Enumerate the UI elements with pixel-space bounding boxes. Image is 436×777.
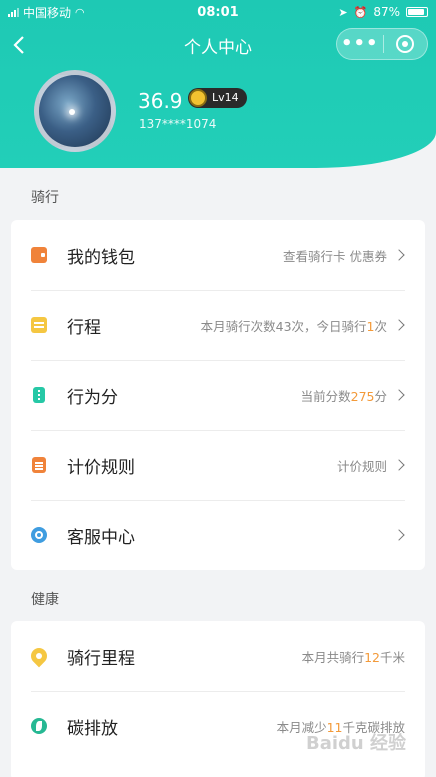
pricing-icon <box>32 457 46 473</box>
menu-item-mileage[interactable]: 骑行里程 本月共骑行12千米 <box>11 621 425 691</box>
menu-item-wallet[interactable]: 我的钱包 查看骑行卡 优惠券 <box>11 220 425 290</box>
menu-item-pricing[interactable]: 计价规则 计价规则 <box>11 430 425 500</box>
menu-item-label: 我的钱包 <box>67 247 135 268</box>
menu-item-sub: 本月共骑行12千米 <box>301 649 405 665</box>
menu-item-customer-service[interactable]: 客服中心 <box>11 500 425 570</box>
signal-icon <box>8 7 19 17</box>
more-button[interactable]: ••• <box>337 29 383 59</box>
nav-bar: 个人中心 ••• <box>0 28 436 62</box>
menu-item-sub: 计价规则 <box>336 458 387 474</box>
chevron-right-icon <box>393 529 405 541</box>
watermark: Baidu 经验 <box>305 733 406 754</box>
menu-item-behavior-score[interactable]: 行为分 当前分数275分 <box>11 360 425 430</box>
menu-item-label: 碳排放 <box>67 718 118 739</box>
battery-icon <box>406 7 428 17</box>
leaf-icon <box>31 718 47 734</box>
battery-percent: 87% <box>373 5 400 19</box>
chevron-right-icon <box>393 319 405 331</box>
medal-icon <box>189 89 207 107</box>
avatar[interactable] <box>34 70 116 152</box>
credit-score: 36.9 <box>138 89 183 113</box>
mini-program-capsule: ••• <box>336 28 428 60</box>
section-title-riding: 骑行 <box>31 190 59 206</box>
trip-icon <box>31 317 47 333</box>
chevron-right-icon <box>393 459 405 471</box>
section-title-health: 健康 <box>31 592 59 608</box>
level-badge[interactable]: Lv14 <box>188 88 247 108</box>
location-icon: ➤ <box>338 5 348 19</box>
close-icon <box>396 35 415 53</box>
status-bar: 中国移动 ◠ 08:01 ➤ ⏰ 87% <box>0 0 436 24</box>
alarm-icon: ⏰ <box>353 5 368 19</box>
riding-card: 我的钱包 查看骑行卡 优惠券 行程 本月骑行次数43次，今日骑行1次 行为分 当… <box>11 220 425 570</box>
close-button[interactable] <box>383 35 427 53</box>
status-time: 08:01 <box>197 4 239 20</box>
phone-number: 137****1074 <box>139 117 217 131</box>
wallet-icon <box>31 247 47 263</box>
chevron-right-icon <box>393 249 405 261</box>
menu-item-sub: 查看骑行卡 优惠券 <box>283 248 387 264</box>
wifi-icon: ◠ <box>75 5 85 19</box>
menu-item-sub: 本月骑行次数43次，今日骑行1次 <box>200 318 387 334</box>
chevron-right-icon <box>393 389 405 401</box>
menu-item-label: 行为分 <box>67 387 118 408</box>
headset-icon <box>31 527 47 543</box>
menu-item-label: 计价规则 <box>67 457 135 478</box>
menu-item-label: 骑行里程 <box>67 648 135 669</box>
level-label: Lv14 <box>212 91 239 104</box>
location-pin-icon <box>27 644 51 668</box>
menu-item-label: 客服中心 <box>67 527 135 548</box>
behavior-icon <box>33 387 45 403</box>
carrier-label: 中国移动 <box>23 5 72 20</box>
menu-item-sub: 当前分数275分 <box>300 388 387 404</box>
menu-item-trips[interactable]: 行程 本月骑行次数43次，今日骑行1次 <box>11 290 425 360</box>
menu-item-label: 行程 <box>67 317 101 338</box>
